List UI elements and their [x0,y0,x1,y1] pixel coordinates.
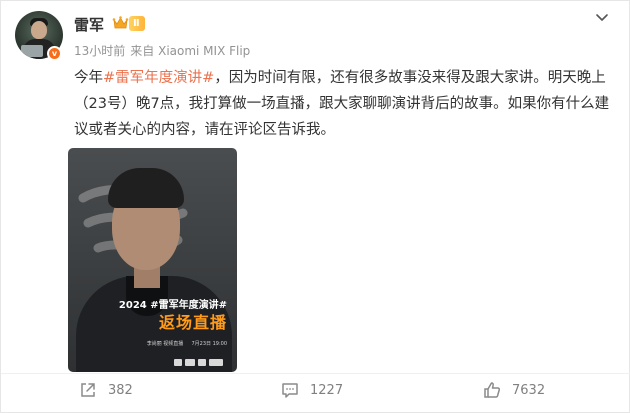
hashtag-link[interactable]: #雷军年度演讲# [103,70,214,86]
post-meta: 13小时前 来自 Xiaomi MIX Flip [74,42,250,59]
comment-button[interactable]: 1227 [280,379,343,401]
like-button[interactable]: 7632 [482,379,545,401]
comment-count: 1227 [310,382,344,398]
post-source: 来自 Xiaomi MIX Flip [130,44,251,58]
verified-icon: v [47,46,62,61]
like-count: 7632 [512,382,546,398]
repost-icon [81,383,95,397]
repost-button[interactable]: 382 [78,379,133,401]
poster-title: 返场直播 [158,313,227,332]
author-name[interactable]: 雷军 [74,14,104,35]
crown-icon [112,16,129,29]
repost-count: 382 [108,382,133,398]
post-text-prefix: 今年 [74,70,103,86]
comment-icon [282,383,298,398]
footer-divider [1,373,630,374]
poster-info: 李尚丽 视频直播 7月23日 19:00 [146,341,227,347]
poster-logos [171,351,227,366]
weibo-post-card: v 雷军 Ⅱ 13小时前 来自 Xiaomi MIX Flip 今年#雷军年度演讲… [0,0,630,413]
chevron-down-icon[interactable] [594,9,610,25]
level-badge[interactable]: Ⅱ [129,16,145,31]
post-text: 今年#雷军年度演讲#，因为时间有限，还有很多故事没来得及跟大家讲。明天晚上（23… [74,65,614,143]
thumbs-up-icon [484,382,501,398]
post-image[interactable]: 2024 #雷军年度演讲# 返场直播 李尚丽 视频直播 7月23日 19:00 [68,148,237,372]
post-time[interactable]: 13小时前 [74,44,125,58]
